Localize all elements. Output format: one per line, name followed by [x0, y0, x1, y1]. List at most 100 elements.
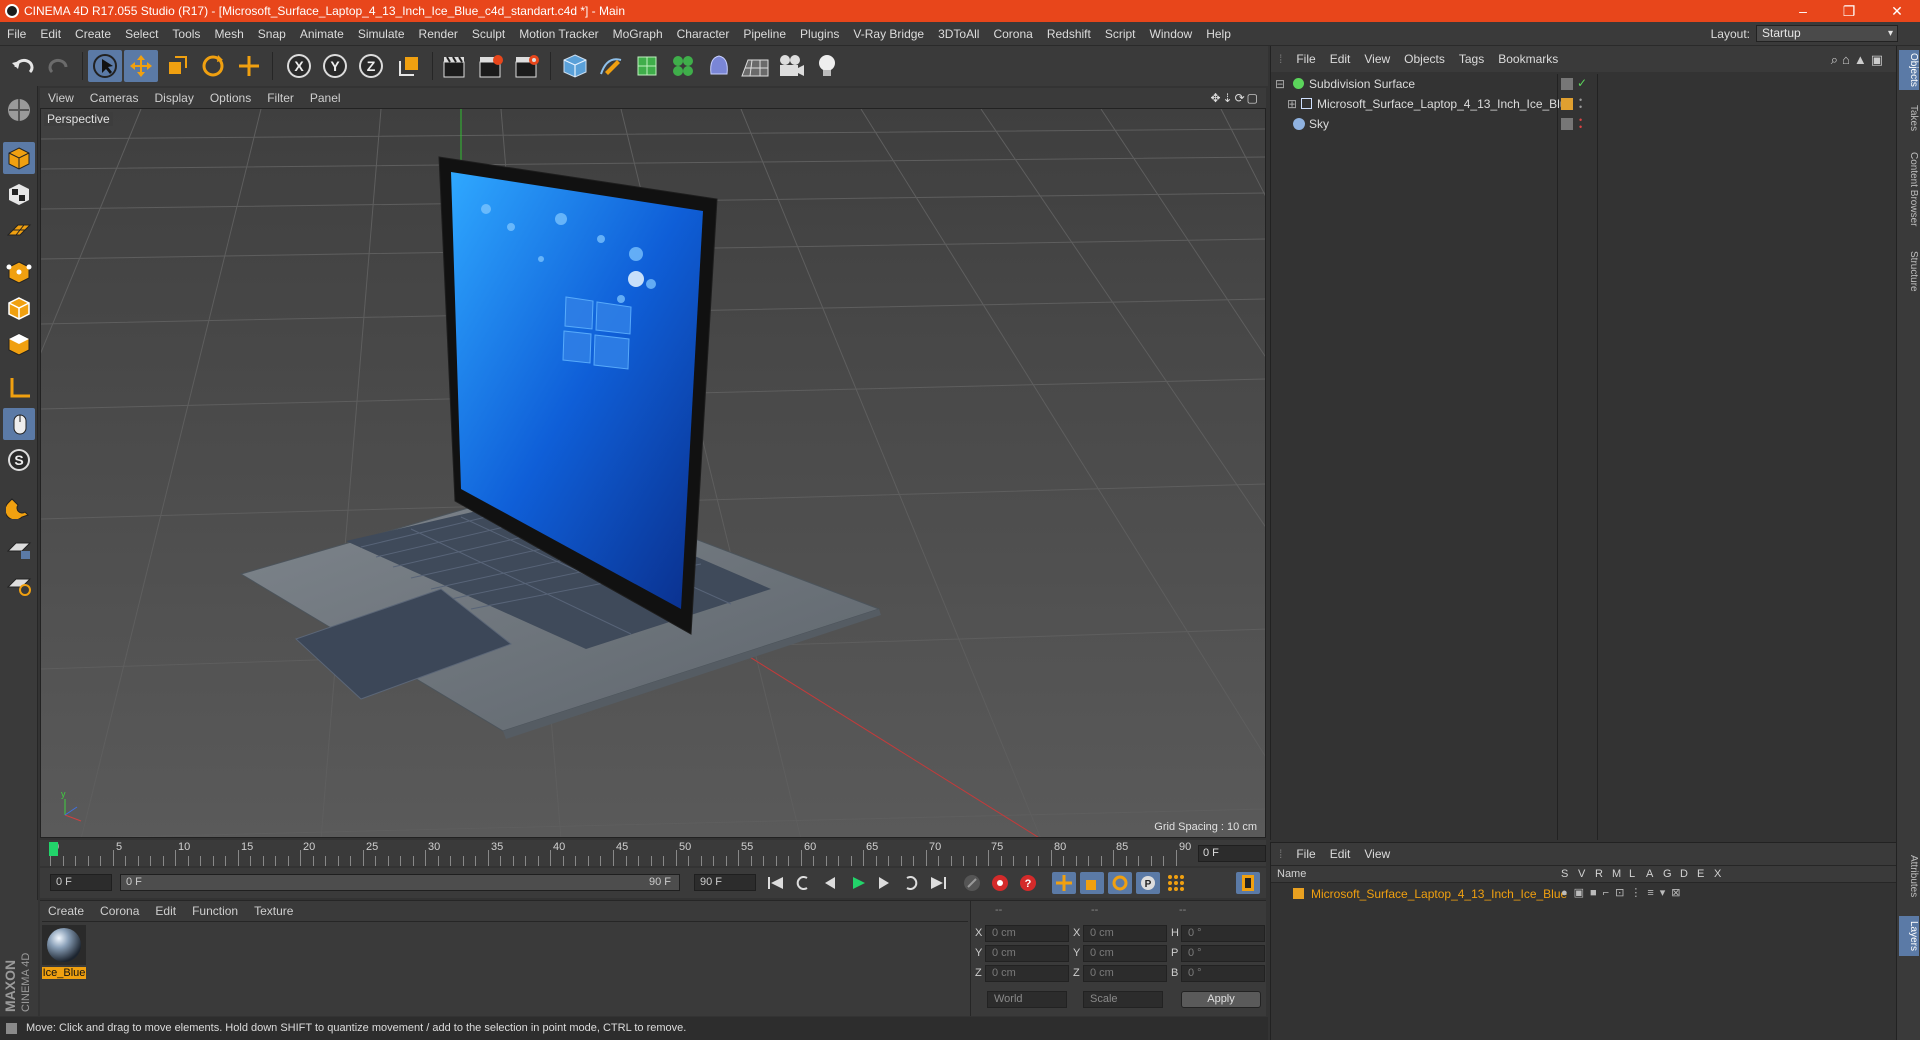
edit-toggle-icon[interactable] [1561, 78, 1573, 90]
objects-menu-file[interactable]: File [1289, 46, 1322, 72]
autokeying-button[interactable]: ? [1016, 872, 1040, 894]
menu-sculpt[interactable]: Sculpt [465, 22, 512, 46]
previous-key-button[interactable] [792, 872, 816, 894]
menu-3dtoall[interactable]: 3DToAll [931, 22, 986, 46]
object-panel-search-icons[interactable]: ⌕⌂▲▣ [1831, 52, 1887, 68]
go-to-end-button[interactable] [926, 872, 950, 894]
deformer-button[interactable] [702, 50, 736, 82]
layer-col-e[interactable]: E [1697, 868, 1704, 880]
live-selection-tool[interactable] [88, 50, 122, 82]
menu-script[interactable]: Script [1098, 22, 1143, 46]
close-button[interactable]: ✕ [1874, 0, 1920, 22]
playhead[interactable] [49, 842, 58, 856]
move-tool[interactable] [124, 50, 158, 82]
snap-button[interactable]: S [3, 444, 35, 476]
go-to-start-button[interactable] [764, 872, 788, 894]
menu-help[interactable]: Help [1199, 22, 1238, 46]
material-ice-blue[interactable]: Ice_Blue [42, 925, 86, 983]
pos-y-field[interactable]: 0 cm [985, 945, 1069, 962]
layers-menu-edit[interactable]: Edit [1323, 843, 1358, 865]
size-mode-dropdown[interactable]: Scale [1083, 991, 1163, 1008]
enabled-check-icon[interactable]: ✓ [1577, 76, 1587, 90]
rot-h-field[interactable]: 0 ° [1181, 925, 1265, 942]
timeline-ruler[interactable]: 051015202530354045505560657075808590 [40, 840, 1266, 866]
undo-button[interactable] [6, 50, 40, 82]
z-axis-lock-button[interactable]: Z [354, 50, 388, 82]
objects-menu-tags[interactable]: Tags [1452, 46, 1491, 72]
material-menu-edit[interactable]: Edit [147, 901, 184, 921]
material-menu-corona[interactable]: Corona [92, 901, 147, 921]
apply-button[interactable]: Apply [1181, 991, 1261, 1008]
menu-select[interactable]: Select [118, 22, 165, 46]
redo-button[interactable] [42, 50, 76, 82]
layout-dropdown[interactable]: Startup [1756, 25, 1898, 42]
key-parameter-button[interactable]: P [1136, 872, 1160, 894]
texture-mode-button[interactable] [3, 178, 35, 210]
menu-corona[interactable]: Corona [986, 22, 1039, 46]
menu-render[interactable]: Render [412, 22, 465, 46]
record-active-objects-button[interactable] [988, 872, 1012, 894]
floor-button[interactable] [738, 50, 772, 82]
menu-window[interactable]: Window [1143, 22, 1200, 46]
subdivision-surface-button[interactable] [630, 50, 664, 82]
workplane-mode-button[interactable] [3, 214, 35, 246]
cube-object-button[interactable] [558, 50, 592, 82]
layer-col-g[interactable]: G [1663, 868, 1672, 880]
coordinate-system-button[interactable] [392, 50, 426, 82]
viewport-menu-filter[interactable]: Filter [259, 88, 302, 108]
menu-redshift[interactable]: Redshift [1040, 22, 1098, 46]
perspective-viewport[interactable]: y Perspective Grid Spacing : 10 cm [40, 108, 1266, 838]
layer-color-tag-icon[interactable] [1561, 98, 1573, 110]
current-frame-field[interactable]: 0 F [1198, 845, 1266, 862]
y-axis-lock-button[interactable]: Y [318, 50, 352, 82]
key-position-button[interactable] [1052, 872, 1076, 894]
layer-toggle-icons[interactable]: ●▣■⌐⊡⋮≡▾⊠ [1561, 886, 1686, 899]
viewport-menu-cameras[interactable]: Cameras [82, 88, 147, 108]
menu-pipeline[interactable]: Pipeline [736, 22, 793, 46]
object-row-subdivision[interactable]: ⊟ Subdivision Surface ✓ [1271, 74, 1897, 94]
layer-col-m[interactable]: M [1612, 868, 1621, 880]
layers-menu-file[interactable]: File [1289, 843, 1322, 865]
material-menu-create[interactable]: Create [40, 901, 92, 921]
object-row-laptop[interactable]: ⊞ Microsoft_Surface_Laptop_4_13_Inch_Ice… [1271, 94, 1897, 114]
layer-col-l[interactable]: L [1629, 868, 1635, 880]
tab-objects[interactable]: Objects [1899, 50, 1919, 90]
layer-row[interactable]: Microsoft_Surface_Laptop_4_13_Inch_Ice_B… [1271, 885, 1897, 903]
transform-tool[interactable] [232, 50, 266, 82]
locked-workplane-button[interactable] [3, 532, 35, 564]
light-button[interactable] [810, 50, 844, 82]
points-mode-button[interactable] [3, 256, 35, 288]
layers-menu-view[interactable]: View [1357, 843, 1397, 865]
render-to-picture-viewer-button[interactable] [474, 50, 508, 82]
restore-button[interactable]: ❐ [1826, 0, 1872, 22]
objects-menu-objects[interactable]: Objects [1397, 46, 1452, 72]
play-forward-button[interactable] [846, 872, 870, 894]
layer-col-r[interactable]: R [1595, 868, 1603, 880]
viewport-menu-display[interactable]: Display [146, 88, 201, 108]
minimize-button[interactable]: – [1780, 0, 1826, 22]
tweak-mode-button[interactable] [3, 408, 35, 440]
viewport-menu-panel[interactable]: Panel [302, 88, 349, 108]
planar-workplane-button[interactable] [3, 568, 35, 600]
size-x-field[interactable]: 0 cm [1083, 925, 1167, 942]
visibility-dots-icon[interactable]: • • [1579, 96, 1582, 112]
layer-col-d[interactable]: D [1680, 868, 1688, 880]
menu-mograph[interactable]: MoGraph [606, 22, 670, 46]
key-scale-button[interactable] [1080, 872, 1104, 894]
edit-toggle-icon[interactable] [1561, 118, 1573, 130]
size-y-field[interactable]: 0 cm [1083, 945, 1167, 962]
render-view-button[interactable] [438, 50, 472, 82]
spline-pen-button[interactable] [594, 50, 628, 82]
coordinate-mode-dropdown[interactable]: World [987, 991, 1067, 1008]
menu-animate[interactable]: Animate [293, 22, 351, 46]
timeline-window-button[interactable] [1236, 872, 1260, 894]
start-frame-field[interactable]: 0 F [50, 874, 112, 891]
key-point-level-button[interactable] [1164, 872, 1188, 894]
rot-b-field[interactable]: 0 ° [1181, 965, 1265, 982]
menu-file[interactable]: File [0, 22, 33, 46]
layer-col-s[interactable]: S [1561, 868, 1568, 880]
model-mode-button[interactable] [3, 142, 35, 174]
viewport-menu-view[interactable]: View [40, 88, 82, 108]
menu-motion-tracker[interactable]: Motion Tracker [512, 22, 605, 46]
tab-content-browser[interactable]: Content Browser [1899, 144, 1919, 234]
